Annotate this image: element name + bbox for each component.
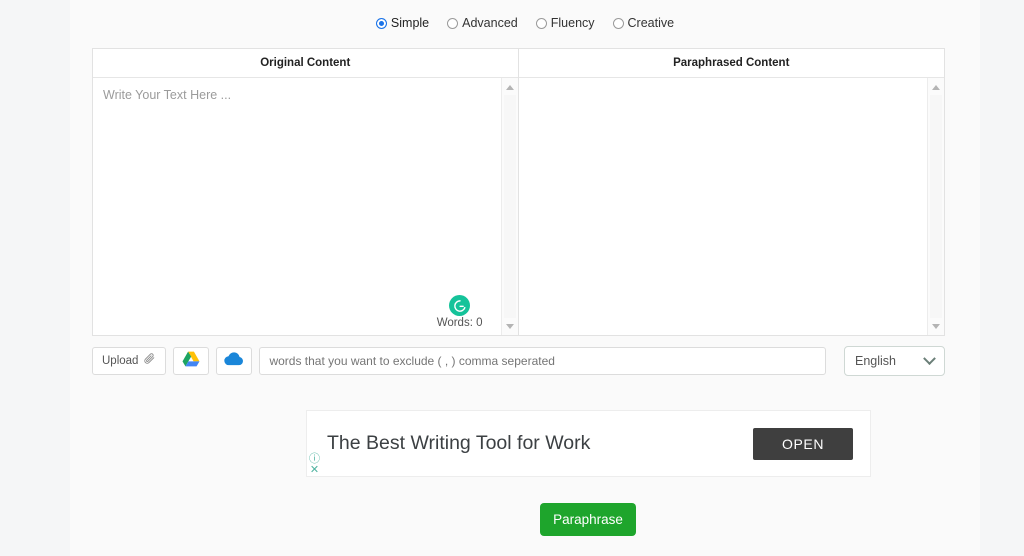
original-content-body: Write Your Text Here ... Words: 0 (93, 78, 518, 335)
advertisement-content: The Best Writing Tool for Work OPEN (307, 411, 870, 476)
advertisement-banner[interactable]: The Best Writing Tool for Work OPEN ⓘ ✕ (306, 410, 871, 477)
original-placeholder: Write Your Text Here ... (103, 88, 232, 102)
ad-close-icon[interactable]: ✕ (310, 465, 319, 476)
onedrive-button[interactable] (216, 347, 253, 375)
paraphrased-content-body (519, 78, 944, 335)
mode-label-simple: Simple (390, 16, 430, 30)
editor-toolbar: Upload words that you want to exclude (… (92, 346, 945, 376)
scroll-down-arrow-icon[interactable] (928, 318, 944, 334)
mode-label-creative: Creative (627, 16, 675, 30)
mode-radio-group: Simple Advanced Fluency Creative (70, 0, 980, 30)
ad-info-icon[interactable]: ⓘ (309, 454, 320, 465)
radio-icon[interactable] (612, 17, 624, 29)
cloud-icon (224, 351, 244, 371)
paraphrased-content-panel: Paraphrased Content (518, 49, 944, 335)
radio-icon[interactable] (447, 17, 459, 29)
chevron-down-icon (923, 351, 936, 365)
original-content-panel: Original Content Write Your Text Here ..… (93, 49, 519, 335)
exclude-words-input[interactable] (259, 347, 826, 375)
scroll-down-arrow-icon[interactable] (502, 318, 518, 334)
scrollbar-track[interactable] (930, 95, 942, 318)
editor-panels: Original Content Write Your Text Here ..… (92, 48, 945, 336)
main-content-area: Simple Advanced Fluency Creative Origina… (70, 0, 980, 556)
advertisement-open-button[interactable]: OPEN (753, 427, 853, 460)
paraphrasing-tool-page: Simple Advanced Fluency Creative Origina… (0, 0, 1024, 556)
scroll-up-arrow-icon[interactable] (502, 79, 518, 95)
paperclip-icon (143, 352, 156, 370)
advertisement-headline: The Best Writing Tool for Work (327, 432, 591, 454)
grammarly-icon[interactable] (449, 295, 471, 316)
mode-label-fluency: Fluency (550, 16, 595, 30)
upload-button[interactable]: Upload (92, 347, 167, 375)
right-page-margin (980, 0, 1024, 556)
radio-selected-icon[interactable] (375, 17, 387, 29)
google-drive-button[interactable] (173, 347, 210, 375)
language-select[interactable]: English (844, 346, 945, 376)
mode-label-advanced: Advanced (462, 16, 518, 30)
scroll-up-arrow-icon[interactable] (928, 79, 944, 95)
original-scrollbar[interactable] (500, 78, 518, 335)
mode-option-fluency[interactable]: Fluency (535, 16, 595, 30)
mode-option-simple[interactable]: Simple (375, 16, 430, 30)
left-page-margin (0, 0, 70, 556)
word-count: Words: 0 (436, 317, 483, 329)
paraphrase-button[interactable]: Paraphrase (540, 503, 636, 536)
original-content-title: Original Content (93, 49, 518, 78)
original-text-input[interactable]: Write Your Text Here ... Words: 0 (93, 78, 501, 335)
paraphrased-content-title: Paraphrased Content (518, 49, 944, 78)
scrollbar-track[interactable] (503, 95, 516, 318)
google-drive-icon (182, 351, 200, 372)
language-select-value: English (855, 354, 896, 368)
mode-option-advanced[interactable]: Advanced (447, 17, 518, 30)
advertisement-controls: ⓘ ✕ (309, 454, 320, 476)
mode-option-creative[interactable]: Creative (612, 16, 675, 30)
upload-button-label: Upload (102, 355, 139, 367)
paraphrased-scrollbar[interactable] (927, 78, 944, 335)
paraphrased-text-output[interactable] (519, 78, 928, 335)
radio-icon[interactable] (535, 17, 547, 29)
grammarly-badge[interactable]: Words: 0 (437, 295, 483, 329)
